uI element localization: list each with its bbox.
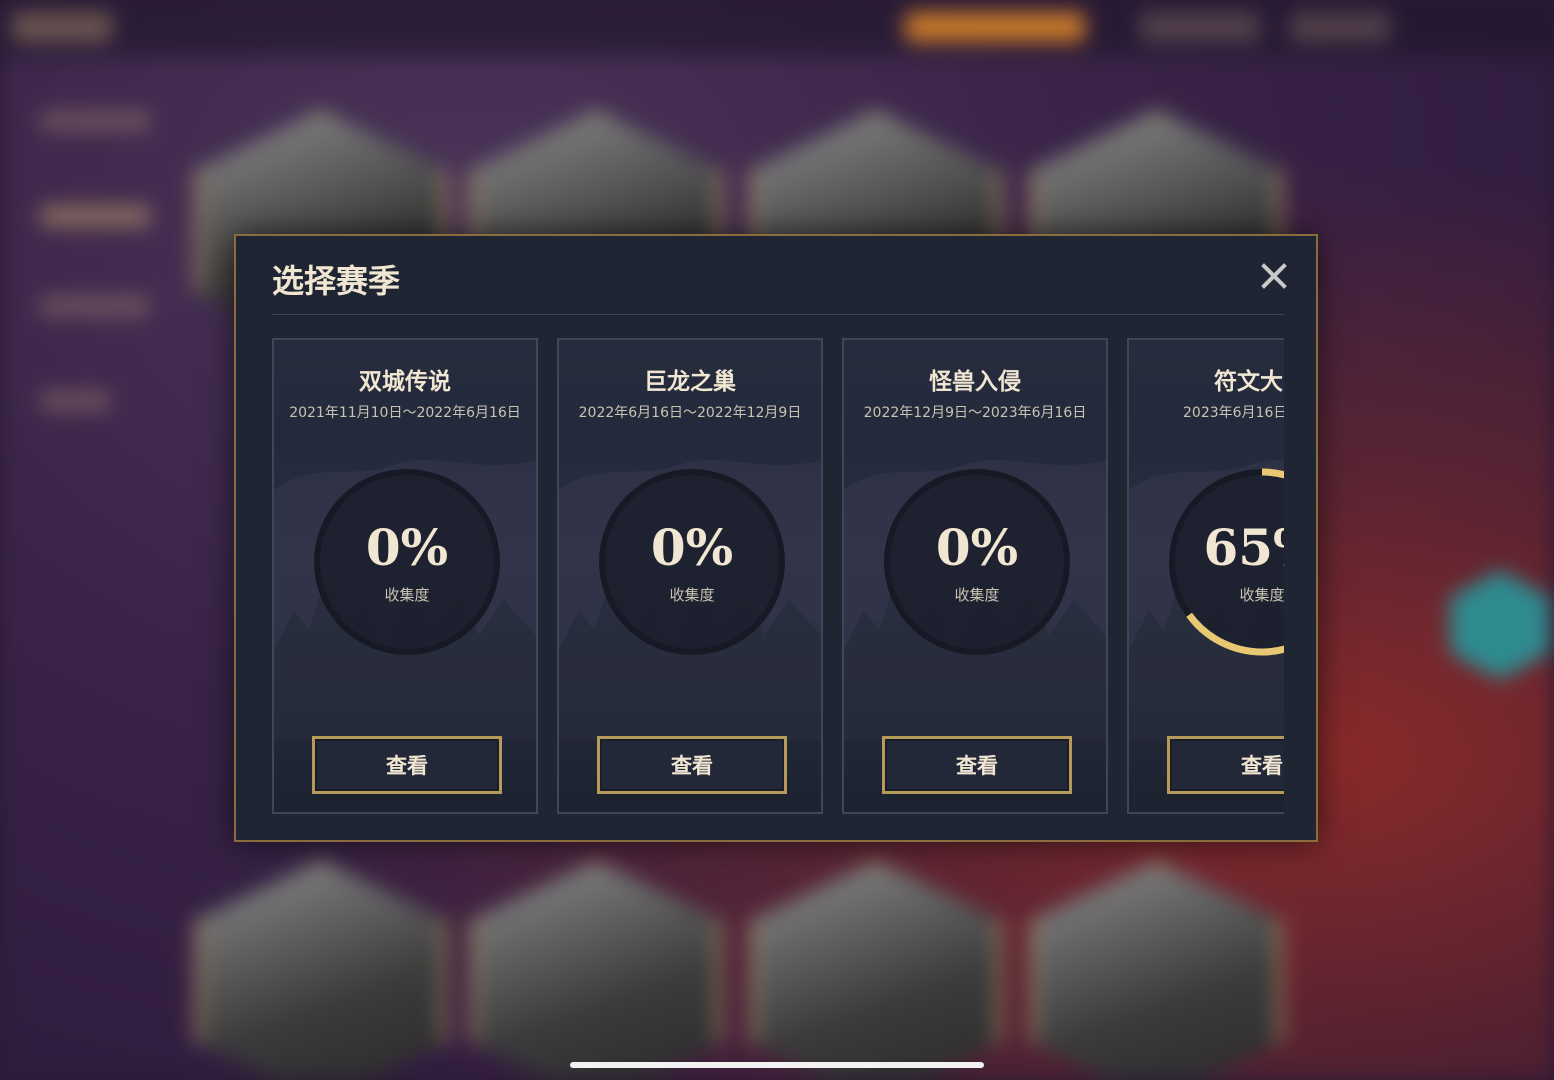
background-pill bbox=[1290, 12, 1390, 42]
season-name: 符文大陆 bbox=[1214, 369, 1284, 395]
collection-label: 收集度 bbox=[384, 586, 430, 604]
close-icon bbox=[1261, 263, 1287, 289]
background-pill bbox=[1140, 12, 1260, 42]
collection-percent: 0% bbox=[935, 518, 1019, 577]
background-badge bbox=[1450, 570, 1550, 680]
season-card-carousel[interactable]: 双城传说 2021年11月10日～2022年6月16日 0% 收集度 查看 巨龙… bbox=[272, 338, 1284, 818]
view-button-label: 查看 bbox=[956, 754, 998, 778]
collection-label: 收集度 bbox=[1239, 586, 1284, 604]
background-hex-tile bbox=[1030, 860, 1282, 1080]
collection-progress-ring: 0% 收集度 bbox=[311, 466, 503, 658]
season-dates: 2022年6月16日～2022年12月9日 bbox=[578, 405, 802, 421]
background-logo bbox=[12, 12, 112, 42]
season-dates: 2023年6月16日～2023 bbox=[1183, 405, 1284, 421]
season-card[interactable]: 双城传说 2021年11月10日～2022年6月16日 0% 收集度 查看 bbox=[272, 338, 538, 814]
close-button[interactable] bbox=[1256, 258, 1292, 294]
season-dates: 2021年11月10日～2022年6月16日 bbox=[289, 405, 521, 421]
collection-progress-ring: 0% 收集度 bbox=[596, 466, 788, 658]
season-card[interactable]: 符文大陆 2023年6月16日～2023 65% 收集度 查看 bbox=[1127, 338, 1284, 814]
background-sidebar-item bbox=[40, 110, 150, 132]
view-button[interactable]: 查看 bbox=[597, 736, 787, 794]
season-name: 巨龙之巢 bbox=[644, 369, 736, 395]
season-dates: 2022年12月9日～2023年6月16日 bbox=[863, 405, 1087, 421]
background-sidebar-item bbox=[40, 390, 110, 412]
modal-title: 选择赛季 bbox=[272, 262, 401, 300]
collection-progress-ring: 65% 收集度 bbox=[1166, 466, 1284, 658]
season-card[interactable]: 怪兽入侵 2022年12月9日～2023年6月16日 0% 收集度 查看 bbox=[842, 338, 1108, 814]
collection-label: 收集度 bbox=[954, 586, 1000, 604]
season-select-modal: 选择赛季 双城传说 2021年11月10日～2022年6月16日 0% 收集度 bbox=[234, 234, 1318, 842]
view-button[interactable]: 查看 bbox=[1167, 736, 1284, 794]
background-hex-tile bbox=[470, 860, 722, 1080]
background-sidebar-item bbox=[40, 295, 150, 317]
collection-label: 收集度 bbox=[669, 586, 715, 604]
view-button-label: 查看 bbox=[671, 754, 713, 778]
collection-progress-ring: 0% 收集度 bbox=[881, 466, 1073, 658]
view-button[interactable]: 查看 bbox=[312, 736, 502, 794]
background-sidebar-item bbox=[40, 205, 150, 227]
season-card[interactable]: 巨龙之巢 2022年6月16日～2022年12月9日 0% 收集度 查看 bbox=[557, 338, 823, 814]
view-button[interactable]: 查看 bbox=[882, 736, 1072, 794]
background-hex-tile bbox=[750, 860, 1002, 1080]
title-divider bbox=[272, 314, 1284, 315]
collection-percent: 65% bbox=[1203, 518, 1284, 577]
background-currency-pill bbox=[905, 12, 1085, 42]
season-name: 双城传说 bbox=[359, 369, 451, 395]
home-indicator[interactable] bbox=[570, 1062, 984, 1068]
season-name: 怪兽入侵 bbox=[929, 369, 1021, 395]
background-hex-tile bbox=[195, 860, 447, 1080]
view-button-label: 查看 bbox=[1241, 754, 1283, 778]
collection-percent: 0% bbox=[365, 518, 449, 577]
collection-percent: 0% bbox=[650, 518, 734, 577]
view-button-label: 查看 bbox=[386, 754, 428, 778]
